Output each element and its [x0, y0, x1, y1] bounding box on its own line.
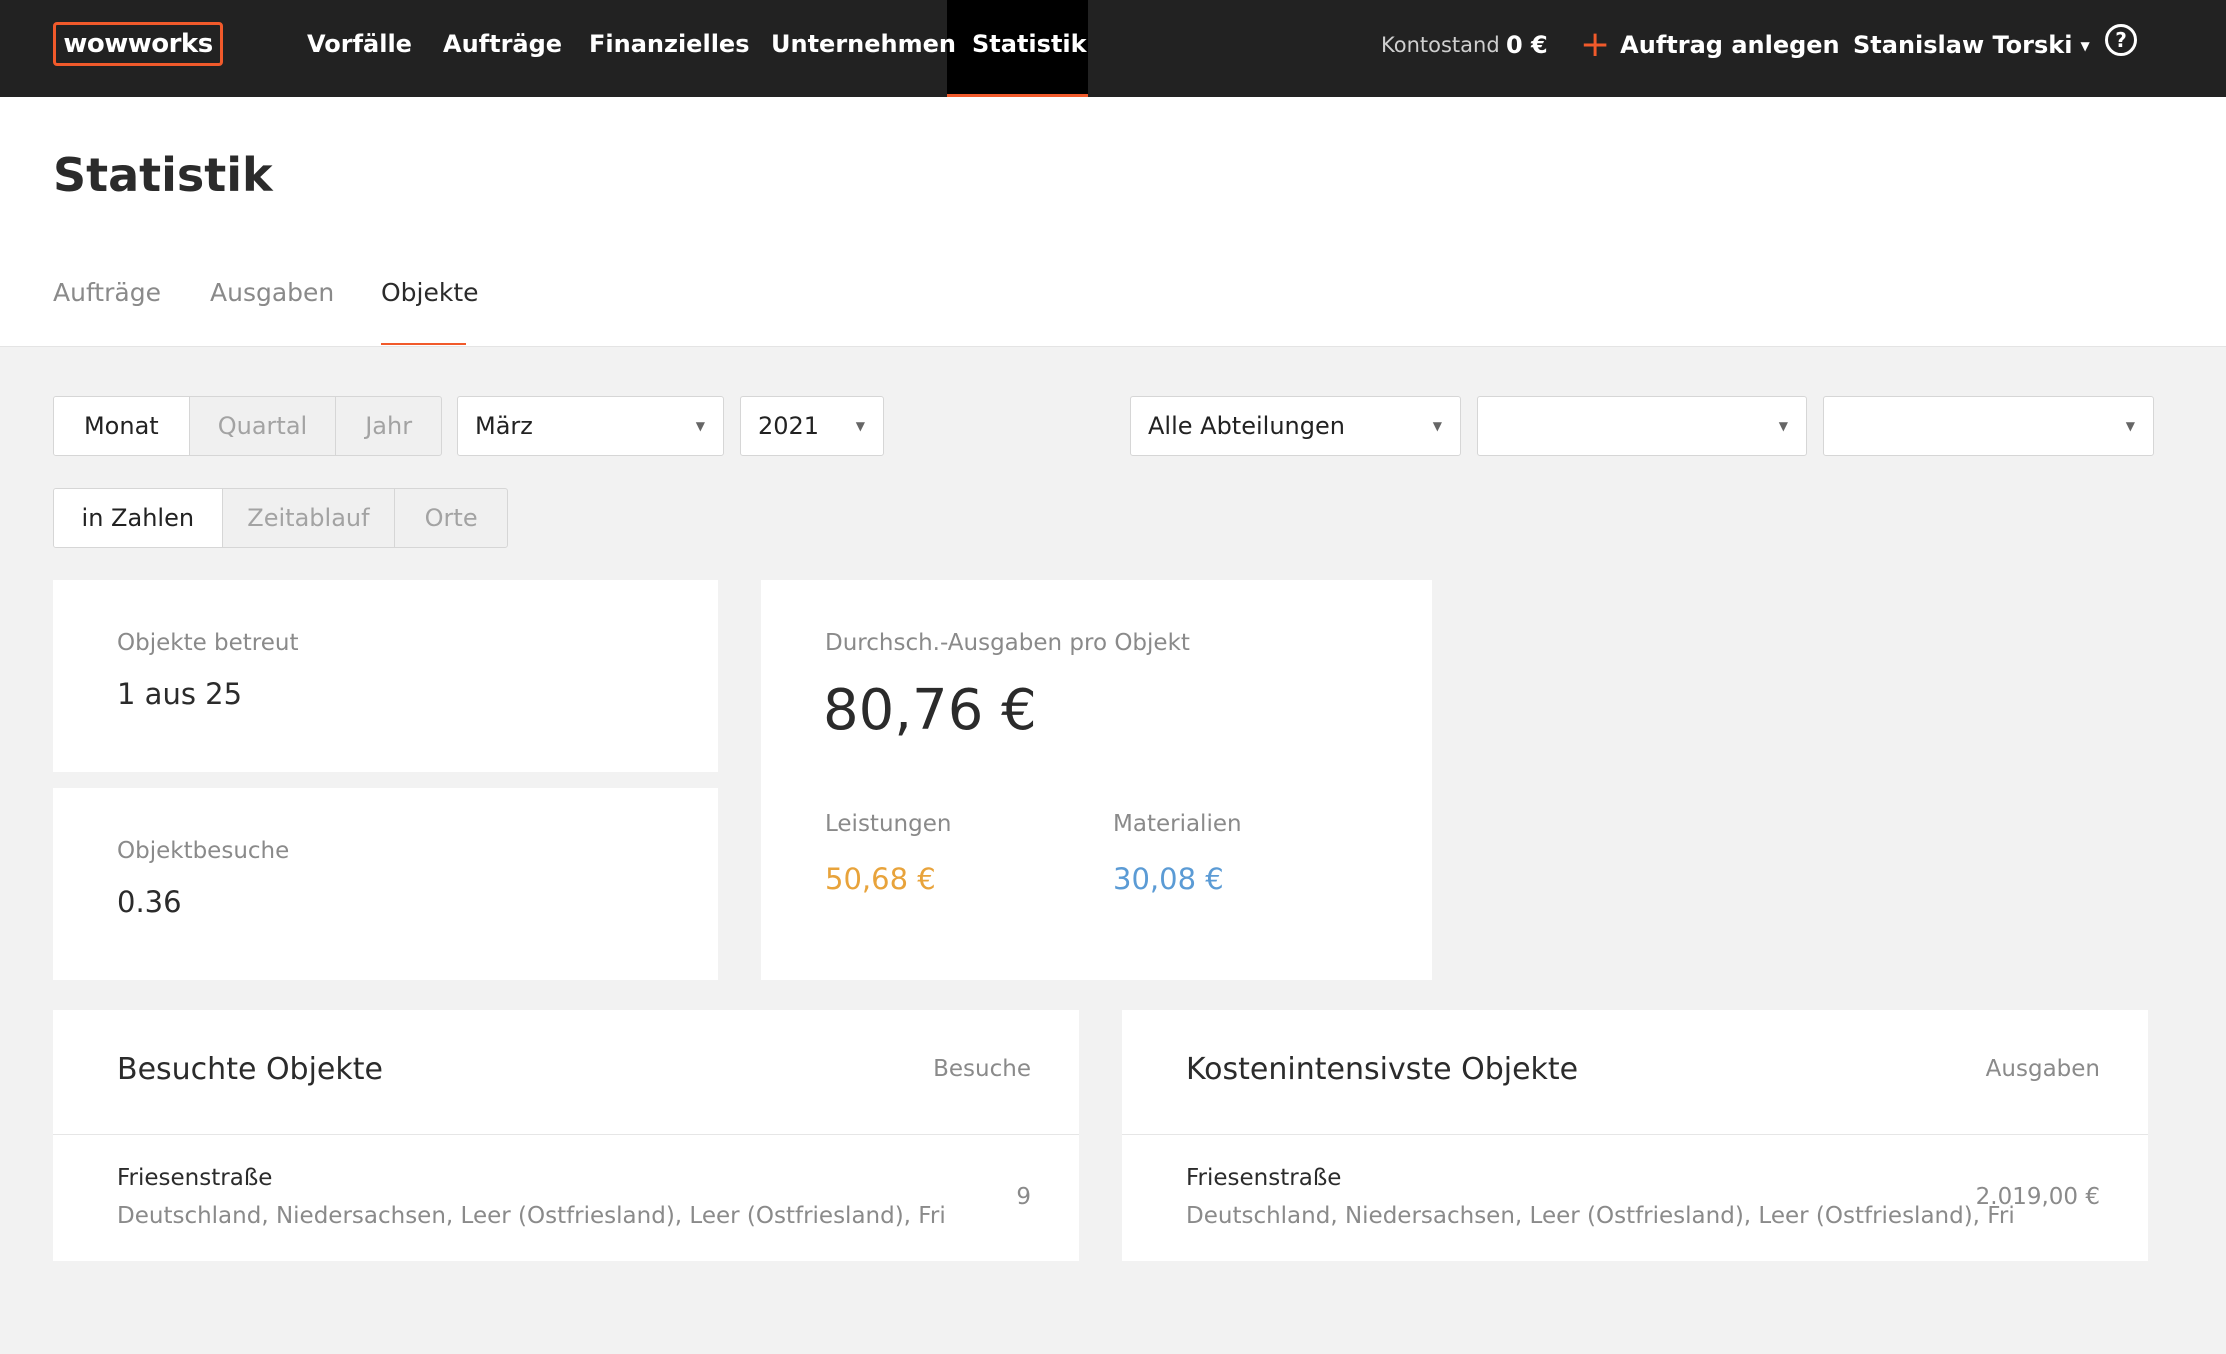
year-select[interactable]: 2021 ▼: [740, 396, 884, 456]
nav-item-auftraege[interactable]: Aufträge: [443, 0, 562, 97]
dropdown-arrow-icon: ▼: [855, 419, 865, 433]
page-header: [0, 97, 2226, 347]
view-toggle: in Zahlen Zeitablauf Orte: [53, 488, 508, 548]
tab-active-indicator: [381, 343, 466, 345]
materials-value: 30,08 €: [1113, 862, 1224, 896]
dropdown-arrow-icon: ▼: [1432, 419, 1442, 433]
divider: [53, 1134, 1079, 1135]
nav-item-finanzielles[interactable]: Finanzielles: [589, 0, 749, 97]
objects-managed-value: 1 aus 25: [117, 677, 243, 711]
dropdown-arrow-icon: ▼: [1778, 419, 1788, 433]
visited-objects-panel: Besuchte Objekte Besuche Friesenstraße D…: [53, 1010, 1079, 1261]
filter-select-3[interactable]: ▼: [1823, 396, 2154, 456]
caret-down-icon: ▼: [2080, 39, 2090, 53]
department-select[interactable]: Alle Abteilungen ▼: [1130, 396, 1461, 456]
avg-spend-value: 80,76 €: [823, 678, 1037, 743]
expenses-column-header: Ausgaben: [1985, 1056, 2100, 1082]
nav-item-vorfaelle[interactable]: Vorfälle: [307, 0, 412, 97]
year-select-value: 2021: [758, 412, 820, 440]
services-label: Leistungen: [825, 811, 952, 837]
user-name: Stanislaw Torski: [1853, 31, 2073, 59]
help-icon[interactable]: ?: [2105, 24, 2137, 56]
object-address: Deutschland, Niedersachsen, Leer (Ostfri…: [1186, 1203, 2015, 1229]
object-name: Friesenstraße: [1186, 1165, 1342, 1191]
object-name: Friesenstraße: [117, 1165, 273, 1191]
objects-managed-card: Objekte betreut 1 aus 25: [53, 580, 718, 772]
plus-icon: +: [1580, 24, 1611, 65]
balance-label: Kontostand: [1381, 33, 1500, 57]
visited-objects-title: Besuchte Objekte: [117, 1052, 383, 1087]
tab-ausgaben[interactable]: Ausgaben: [210, 278, 334, 307]
dropdown-arrow-icon: ▼: [695, 419, 705, 433]
avg-spend-label: Durchsch.-Ausgaben pro Objekt: [825, 630, 1190, 656]
object-visits-card: Objektbesuche 0.36: [53, 788, 718, 980]
objects-managed-label: Objekte betreut: [117, 630, 299, 656]
avg-spend-card: Durchsch.-Ausgaben pro Objekt 80,76 € Le…: [761, 580, 1432, 980]
divider: [1122, 1134, 2148, 1135]
nav-item-unternehmen[interactable]: Unternehmen: [771, 0, 956, 97]
add-order-label: Auftrag anlegen: [1620, 31, 1840, 59]
period-option-monat[interactable]: Monat: [54, 397, 189, 455]
period-option-quartal[interactable]: Quartal: [188, 397, 336, 455]
wowworks-logo[interactable]: wowworks: [53, 22, 223, 66]
visits-count: 9: [1016, 1184, 1031, 1210]
department-select-value: Alle Abteilungen: [1148, 412, 1345, 440]
tab-auftraege[interactable]: Aufträge: [53, 278, 161, 307]
add-order-button[interactable]: + Auftrag anlegen: [1580, 0, 1840, 90]
user-menu[interactable]: Stanislaw Torski ▼: [1853, 0, 2090, 90]
month-select-value: März: [475, 412, 533, 440]
month-select[interactable]: März ▼: [457, 396, 724, 456]
visits-column-header: Besuche: [933, 1056, 1031, 1082]
filter-select-2[interactable]: ▼: [1477, 396, 1807, 456]
period-option-jahr[interactable]: Jahr: [335, 397, 441, 455]
period-toggle: Monat Quartal Jahr: [53, 396, 442, 456]
view-option-zeitablauf[interactable]: Zeitablauf: [221, 489, 395, 547]
balance-value: 0 €: [1506, 31, 1548, 59]
tab-objekte[interactable]: Objekte: [381, 278, 479, 307]
nav-item-statistik[interactable]: Statistik: [972, 0, 1087, 97]
services-value: 50,68 €: [825, 862, 936, 896]
costly-objects-title: Kostenintensivste Objekte: [1186, 1052, 1579, 1087]
view-option-in-zahlen[interactable]: in Zahlen: [54, 489, 222, 547]
expenses-value: 2.019,00 €: [1975, 1184, 2100, 1210]
page-title: Statistik: [53, 148, 273, 202]
object-address: Deutschland, Niedersachsen, Leer (Ostfri…: [117, 1203, 946, 1229]
view-option-orte[interactable]: Orte: [394, 489, 507, 547]
costly-objects-panel: Kostenintensivste Objekte Ausgaben Fries…: [1122, 1010, 2148, 1261]
materials-label: Materialien: [1113, 811, 1242, 837]
object-visits-label: Objektbesuche: [117, 838, 290, 864]
object-visits-value: 0.36: [117, 885, 182, 919]
dropdown-arrow-icon: ▼: [2125, 419, 2135, 433]
